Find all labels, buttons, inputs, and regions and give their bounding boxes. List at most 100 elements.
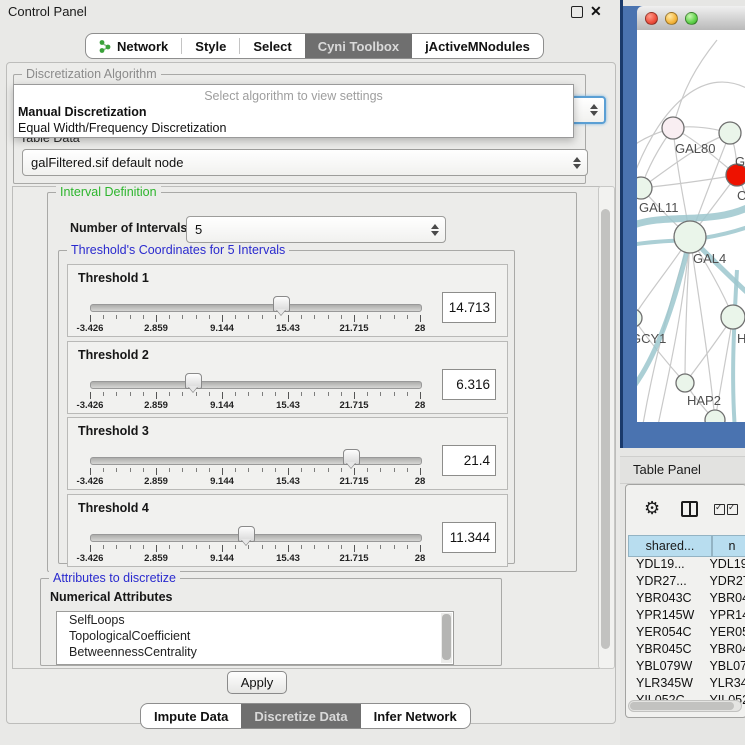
H-node[interactable] <box>721 305 745 329</box>
cell-name: YLR345 <box>705 676 745 693</box>
table-row[interactable]: YPR145WYPR145 <box>628 608 745 625</box>
threshold-label: Threshold 3 <box>78 424 149 438</box>
tab-label: Select <box>253 39 291 54</box>
dropdown-item-equal-width-frequency-discretization[interactable]: Equal Width/Frequency Discretization <box>14 120 573 136</box>
list-item-betweennesscentrality[interactable]: BetweennessCentrality <box>57 644 453 660</box>
table-row[interactable]: YDR27...YDR27 <box>628 574 745 591</box>
slider-thumb[interactable] <box>343 449 360 465</box>
column-header-n[interactable]: n <box>712 535 745 557</box>
slider-track[interactable] <box>90 457 422 465</box>
slider-thumb[interactable] <box>185 373 202 389</box>
checkbox-pair-icon[interactable] <box>714 504 738 515</box>
threshold-label: Threshold 4 <box>78 501 149 515</box>
threshold-value-field[interactable]: 21.4 <box>442 445 496 476</box>
cell-name: YER054 <box>705 625 745 642</box>
slider-ruler <box>90 468 420 476</box>
list-item-topologicalcoefficient[interactable]: TopologicalCoefficient <box>57 628 453 644</box>
top-right-node[interactable] <box>719 122 741 144</box>
table-row[interactable]: YBL079WYBL079 <box>628 659 745 676</box>
table-row[interactable]: YDL19...YDL19 <box>628 557 745 574</box>
node-label-gal80: GAL80 <box>675 141 715 156</box>
table-row[interactable]: YBR045CYBR045 <box>628 642 745 659</box>
zoom-traffic-light-icon[interactable] <box>685 12 698 25</box>
network-canvas[interactable]: GAL80GAGAL11CGAL4GCY1HHAP2 <box>637 30 745 422</box>
network-edge[interactable] <box>641 175 737 188</box>
table-row[interactable]: YER054CYER054 <box>628 625 745 642</box>
tab-network[interactable]: Network <box>86 34 181 58</box>
interval-definition-label: Interval Definition <box>56 185 161 199</box>
slider-thumb[interactable] <box>273 296 290 312</box>
column-header-shared-[interactable]: shared... <box>628 535 712 557</box>
top-tab-bar: Network Style Select Cyni Toolbox jActiveMNo… <box>85 33 544 59</box>
cell-shared-name: YLR345W <box>628 676 705 693</box>
thresholds-section-label: Threshold's Coordinates for 5 Intervals <box>67 243 289 257</box>
cell-shared-name: YBR045C <box>628 642 705 659</box>
node-label-gal11: GAL11 <box>639 200 679 215</box>
table-row[interactable]: YLR345WYLR345 <box>628 676 745 693</box>
table-data-combo[interactable]: galFiltered.sif default node <box>22 149 588 176</box>
dropdown-prompt: Select algorithm to view settings <box>14 85 573 104</box>
tab-impute-data[interactable]: Impute Data <box>141 704 241 728</box>
split-columns-icon[interactable] <box>681 501 698 517</box>
node-label-ga: GA <box>735 154 745 169</box>
number-of-intervals-label: Number of Intervals <box>70 221 187 235</box>
GCY1-node[interactable] <box>637 309 642 327</box>
list-scrollbar[interactable] <box>441 613 452 663</box>
tab-select[interactable]: Select <box>240 34 304 58</box>
cell-shared-name: YPR145W <box>628 608 705 625</box>
threshold-row-2: Threshold 2-3.4262.8599.14415.4321.71528… <box>67 341 508 414</box>
tab-infer-network[interactable]: Infer Network <box>361 704 470 728</box>
HAP2-node[interactable] <box>676 374 694 392</box>
node-label-hap2: HAP2 <box>687 393 721 408</box>
numerical-attributes-heading: Numerical Attributes <box>50 590 172 604</box>
scrollbar-thumb[interactable] <box>601 209 610 649</box>
cell-name: YBR043 <box>705 591 745 608</box>
scrollbar-thumb[interactable] <box>630 702 734 710</box>
close-traffic-light-icon[interactable] <box>645 12 658 25</box>
network-thick-edge[interactable] <box>637 237 690 390</box>
control-panel-titlebar: Control Panel ✕ <box>0 0 620 24</box>
list-scrollbar-thumb[interactable] <box>442 614 451 660</box>
network-window-titlebar[interactable] <box>637 6 745 31</box>
network-edge[interactable] <box>673 40 717 128</box>
tab-label: Network <box>117 39 168 54</box>
threshold-value-field[interactable]: 14.713 <box>442 292 496 323</box>
number-of-intervals-combo[interactable]: 5 <box>186 216 446 243</box>
tab-style[interactable]: Style <box>182 34 239 58</box>
threshold-value-field[interactable]: 6.316 <box>442 369 496 400</box>
slider-thumb[interactable] <box>238 526 255 542</box>
float-window-icon[interactable] <box>571 6 583 18</box>
tab-label: Cyni Toolbox <box>318 39 399 54</box>
panel-divider[interactable] <box>620 0 623 455</box>
tab-label: Impute Data <box>154 709 228 724</box>
table-row[interactable]: YBR043CYBR043 <box>628 591 745 608</box>
network-thick-edge[interactable] <box>733 270 737 422</box>
slider-track[interactable] <box>90 534 422 542</box>
slider-track[interactable] <box>90 381 422 389</box>
table-panel: ⚙ shared...n YDL19...YDL19YDR27...YDR27Y… <box>625 484 745 718</box>
cell-shared-name: YBL079W <box>628 659 705 676</box>
screenshot-root: Control Panel ✕ Network Style Select Cyni T… <box>0 0 745 745</box>
minimize-traffic-light-icon[interactable] <box>665 12 678 25</box>
GAL80-node[interactable] <box>662 117 684 139</box>
numerical-attributes-list[interactable]: SelfLoopsTopologicalCoefficientBetweenne… <box>56 611 454 665</box>
panel-title: Control Panel <box>8 4 87 19</box>
dropdown-item-manual-discretization[interactable]: Manual Discretization <box>14 104 573 120</box>
table-horizontal-scrollbar[interactable] <box>628 700 742 712</box>
tab-label: Discretize Data <box>254 709 347 724</box>
tab-jactivemnodules[interactable]: jActiveMNodules <box>412 34 543 58</box>
tab-discretize-data[interactable]: Discretize Data <box>241 704 360 728</box>
tab-cyni-toolbox[interactable]: Cyni Toolbox <box>305 34 412 58</box>
GAL11-node[interactable] <box>637 177 652 199</box>
close-icon[interactable]: ✕ <box>590 3 602 20</box>
slider-track[interactable] <box>90 304 422 312</box>
threshold-value-field[interactable]: 11.344 <box>442 522 496 553</box>
gear-icon[interactable]: ⚙ <box>644 499 660 517</box>
spinner-arrows-icon <box>573 150 581 175</box>
slider-ruler <box>90 392 420 400</box>
GAL4-node[interactable] <box>674 221 706 253</box>
list-item-selfloops[interactable]: SelfLoops <box>57 612 453 628</box>
apply-button[interactable]: Apply <box>227 671 287 694</box>
settings-vertical-scrollbar[interactable] <box>598 186 615 669</box>
thresholds-section: Threshold's Coordinates for 5 Intervals … <box>58 250 515 564</box>
